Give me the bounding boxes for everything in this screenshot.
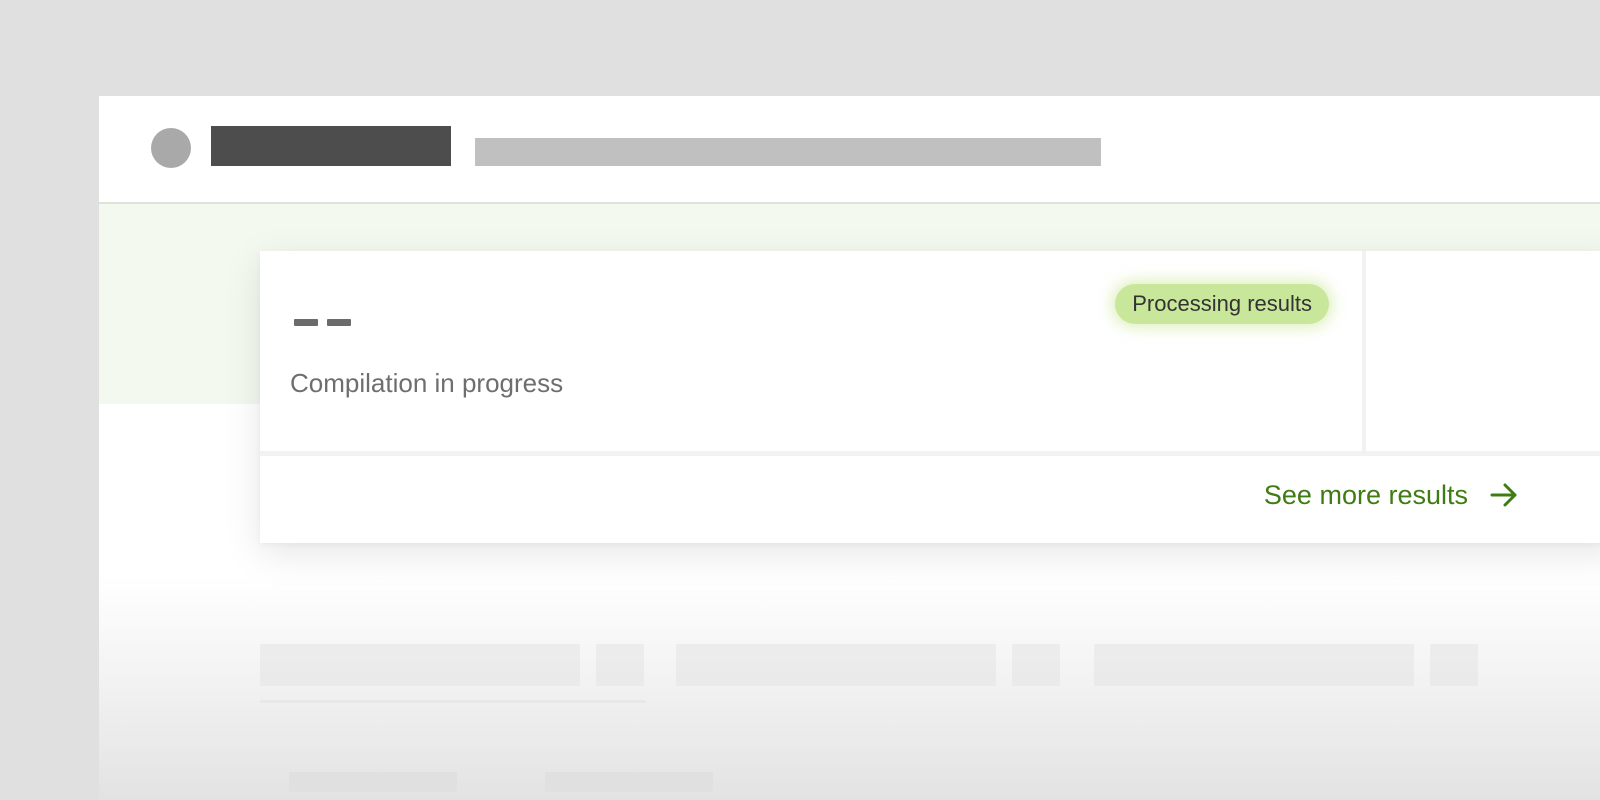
score-placeholder: [294, 319, 351, 326]
status-text: Compilation in progress: [290, 368, 564, 398]
see-more-results-link[interactable]: See more results: [1264, 479, 1520, 511]
avatar-placeholder: [151, 128, 191, 168]
app-window: Compilation in progress Processing resul…: [99, 96, 1600, 800]
processing-badge: Processing results: [1115, 284, 1329, 324]
results-panel: Compilation in progress Processing resul…: [260, 251, 1600, 543]
header-bar: [99, 96, 1600, 204]
score-dash: [294, 319, 318, 326]
cell-placeholder: [596, 644, 644, 686]
arrow-right-icon: [1490, 483, 1517, 507]
cell-placeholder: [260, 644, 580, 686]
card-divider: [1362, 251, 1366, 451]
cell-placeholder: [1094, 644, 1414, 686]
table-row-placeholders: [260, 644, 1510, 704]
score-dash: [327, 319, 351, 326]
text-placeholder: [545, 772, 713, 792]
bottom-placeholders: [289, 772, 789, 800]
row-underline: [260, 700, 646, 703]
cell-placeholder: [1012, 644, 1060, 686]
subtitle-placeholder: [475, 138, 1101, 166]
panel-divider: [260, 451, 1600, 456]
cell-placeholder: [1430, 644, 1478, 686]
title-placeholder: [211, 126, 451, 166]
text-placeholder: [289, 772, 457, 792]
summary-card: Compilation in progress Processing resul…: [260, 251, 1362, 451]
cell-placeholder: [676, 644, 996, 686]
see-more-results-label: See more results: [1263, 479, 1468, 510]
